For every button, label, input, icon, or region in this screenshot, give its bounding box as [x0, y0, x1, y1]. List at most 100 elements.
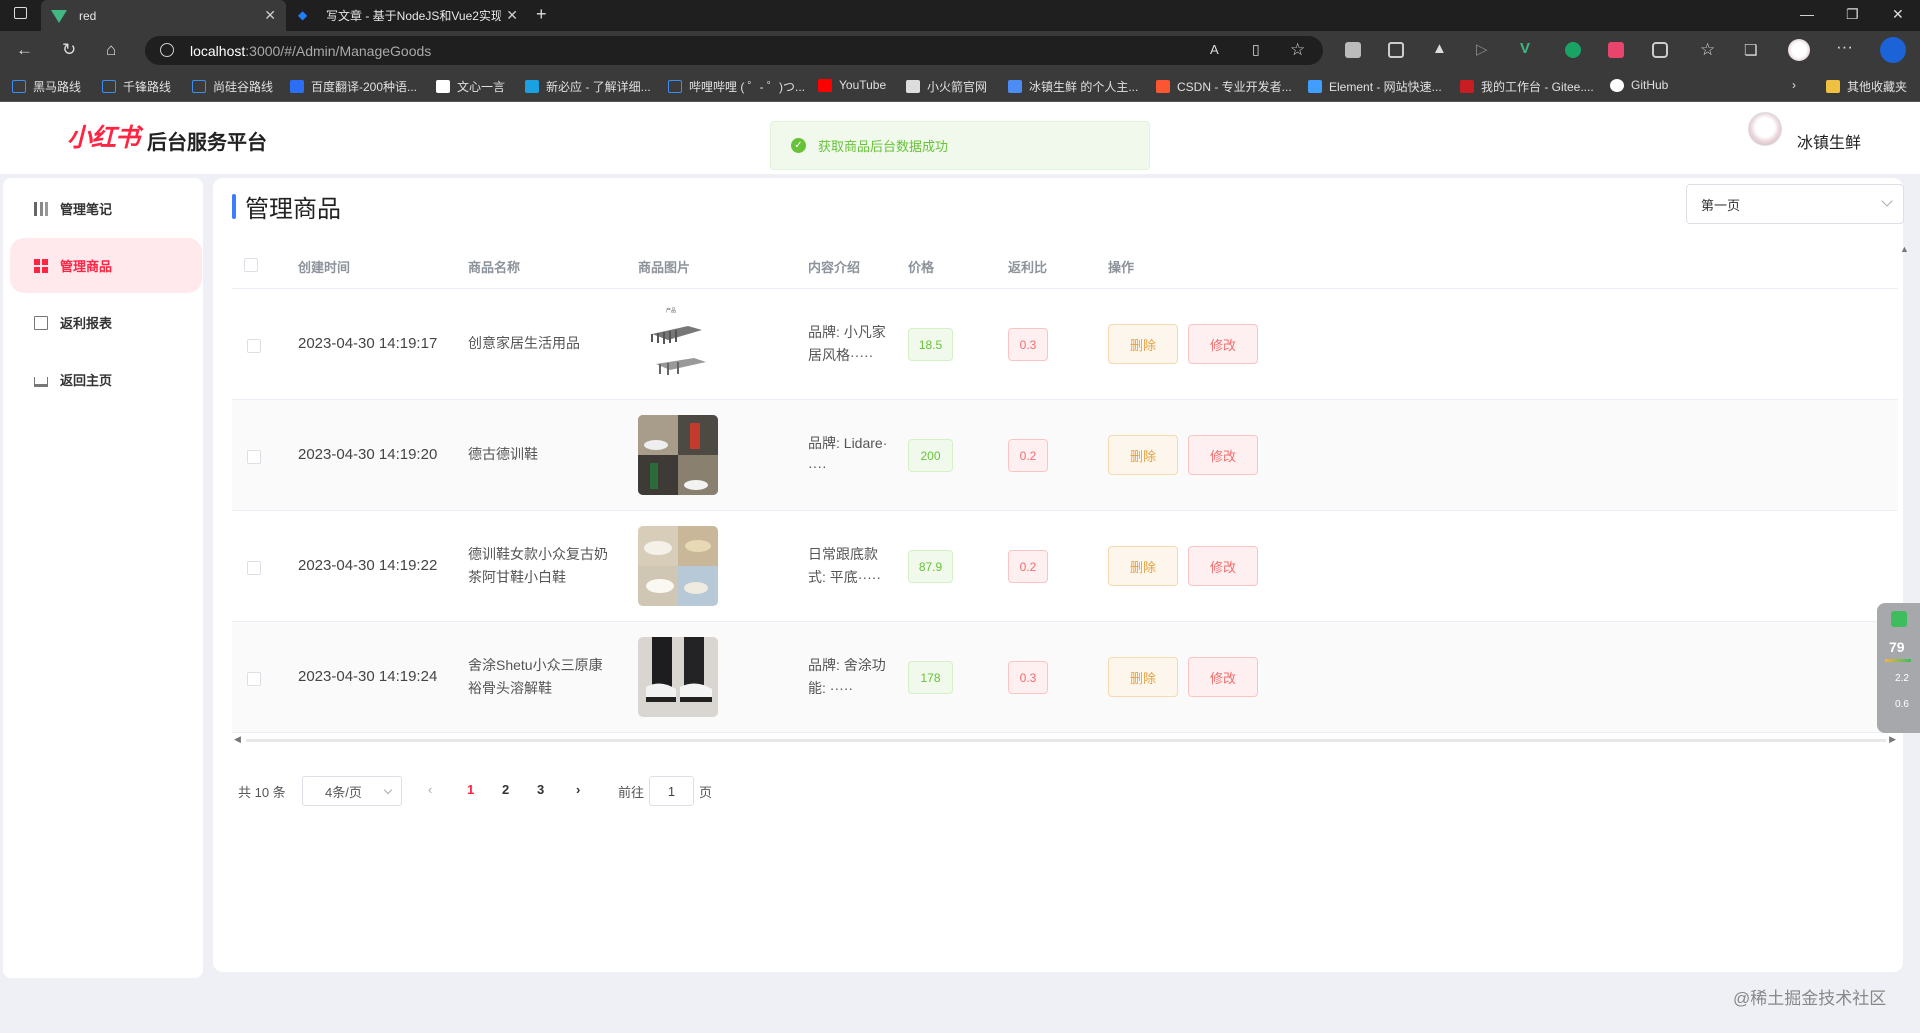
bookmarks-overflow-icon[interactable]: ›	[1792, 78, 1796, 92]
check-icon: ✓	[791, 138, 806, 153]
juejin-icon: ◆	[298, 7, 308, 22]
sidebar-item-notes[interactable]: 管理笔记	[10, 181, 202, 236]
network-monitor-widget[interactable]: 79 2.2 0.6	[1877, 603, 1920, 733]
scroll-left-icon[interactable]: ◀	[234, 734, 241, 745]
extension-icon[interactable]: ▷	[1476, 40, 1492, 58]
page-select[interactable]: 第一页	[1686, 184, 1904, 224]
edit-button[interactable]: 修改	[1188, 546, 1258, 586]
tab-write-article[interactable]: ◆ 写文章 - 基于NodeJS和Vue2实现 ✕	[288, 0, 528, 31]
read-aloud-icon[interactable]: A	[1210, 42, 1219, 57]
more-menu-icon[interactable]: ···	[1836, 37, 1853, 57]
edit-button[interactable]: 修改	[1188, 657, 1258, 697]
page-2[interactable]: 2	[502, 782, 509, 797]
product-image	[638, 415, 718, 495]
bookmark-item[interactable]: 百度翻译-200种语...	[290, 78, 417, 95]
rebate-tag: 0.2	[1008, 550, 1048, 583]
bookmark-item[interactable]: 黑马路线	[12, 78, 81, 95]
scroll-track[interactable]	[246, 739, 1886, 742]
bookmark-item[interactable]: 我的工作台 - Gitee....	[1460, 78, 1594, 95]
minimize-icon[interactable]: —	[1800, 6, 1814, 22]
bookmark-item[interactable]: 冰镇生鲜 的个人主...	[1008, 78, 1138, 95]
row-checkbox[interactable]	[247, 450, 261, 464]
back-icon[interactable]: ←	[16, 40, 33, 60]
collections-icon[interactable]: ❏	[1744, 41, 1757, 59]
bookmark-item[interactable]: 新必应 - 了解详细...	[525, 78, 651, 95]
favorite-star-icon[interactable]: ☆	[1290, 40, 1305, 60]
pagination-total: 共 10 条	[238, 785, 286, 800]
favorites-icon[interactable]: ☆	[1700, 40, 1715, 60]
delete-button[interactable]: 删除	[1108, 657, 1178, 697]
bookmark-item[interactable]: 千锋路线	[102, 78, 171, 95]
page-1[interactable]: 1	[467, 782, 474, 797]
horizontal-scrollbar[interactable]: ◀ ▶	[232, 732, 1898, 748]
extensions-puzzle-icon[interactable]	[1652, 42, 1668, 58]
column-header: 内容介绍	[808, 260, 861, 275]
profile-avatar-icon[interactable]	[1788, 39, 1810, 61]
logo[interactable]: 小红书	[67, 118, 140, 154]
split-screen-icon[interactable]: ▯	[1252, 41, 1260, 58]
vue-icon	[51, 8, 67, 24]
product-intro: 式: 平底·····	[808, 569, 882, 585]
home-icon[interactable]: ⌂	[106, 40, 116, 60]
extension-icon[interactable]: ▲	[1432, 40, 1448, 57]
extension-icon[interactable]	[1565, 42, 1581, 58]
url-input[interactable]: localhost:3000/#/Admin/ManageGoods	[145, 36, 1323, 65]
close-tab-icon[interactable]: ✕	[506, 7, 518, 24]
sidebar-item-report[interactable]: 返利报表	[10, 295, 202, 350]
refresh-icon[interactable]: ↻	[62, 40, 76, 60]
report-icon	[34, 315, 48, 330]
bing-copilot-icon[interactable]	[1880, 37, 1906, 63]
new-tab-icon[interactable]: +	[536, 4, 547, 25]
delete-button[interactable]: 删除	[1108, 435, 1178, 475]
bookmark-item[interactable]: CSDN - 专业开发者...	[1156, 78, 1292, 95]
tab-actions-icon[interactable]	[14, 7, 27, 19]
bookmark-item[interactable]: 尚硅谷路线	[192, 78, 273, 95]
created-time: 2023-04-30 14:19:22	[298, 557, 438, 574]
site-info-icon[interactable]	[160, 43, 174, 57]
bookmark-item[interactable]: 哔哩哔哩 ( ゜- ゜)つ...	[668, 78, 805, 95]
product-name: 德古德训鞋	[468, 446, 538, 462]
product-intro: ····	[808, 458, 827, 474]
csdn-icon	[1156, 80, 1170, 93]
next-page-icon[interactable]: ›	[576, 782, 580, 797]
row-checkbox[interactable]	[247, 672, 261, 686]
bookmark-item[interactable]: 文心一言	[436, 78, 505, 95]
user-name[interactable]: 冰镇生鲜	[1797, 129, 1861, 153]
close-tab-icon[interactable]: ✕	[264, 7, 276, 24]
sidebar-item-home[interactable]: 返回主页	[10, 352, 202, 407]
bookmark-item[interactable]: 小火箭官网	[906, 78, 987, 95]
delete-button[interactable]: 删除	[1108, 324, 1178, 364]
bookmark-folder-other[interactable]: 其他收藏夹	[1826, 78, 1907, 95]
edit-button[interactable]: 修改	[1188, 435, 1258, 475]
page-size-select[interactable]: 4条/页	[302, 776, 402, 806]
restore-icon[interactable]: ❐	[1846, 6, 1859, 23]
close-window-icon[interactable]: ✕	[1892, 6, 1904, 23]
vue-devtools-icon[interactable]: V	[1520, 40, 1536, 57]
select-all-checkbox[interactable]	[244, 258, 258, 272]
bookmark-item[interactable]: YouTube	[818, 78, 886, 92]
extension-icon[interactable]	[1608, 42, 1624, 58]
extension-icon[interactable]	[1345, 42, 1361, 58]
scroll-right-icon[interactable]: ▶	[1889, 734, 1896, 745]
row-checkbox[interactable]	[247, 561, 261, 575]
prev-page-icon[interactable]: ‹	[428, 782, 432, 797]
extension-icon[interactable]	[1388, 42, 1404, 58]
bookmark-item[interactable]: GitHub	[1610, 78, 1668, 92]
bookmark-item[interactable]: Element - 网站快速...	[1308, 78, 1442, 95]
goto-label: 前往	[618, 785, 645, 800]
table-row: 2023-04-30 14:19:17 创意家居生活用品 产品 品牌: 小凡家 …	[232, 289, 1898, 400]
sidebar-item-goods[interactable]: 管理商品	[10, 238, 202, 293]
edit-button[interactable]: 修改	[1188, 324, 1258, 364]
column-header: 商品名称	[468, 260, 521, 275]
row-checkbox[interactable]	[247, 339, 261, 353]
goto-page-input[interactable]: 1	[649, 776, 694, 806]
page-3[interactable]: 3	[537, 782, 544, 797]
product-name: 德训鞋女款小众复古奶	[468, 546, 608, 562]
address-toolbar: ← ↻ ⌂ localhost:3000/#/Admin/ManageGoods…	[0, 31, 1920, 70]
product-image: 产品	[638, 304, 718, 384]
delete-button[interactable]: 删除	[1108, 546, 1178, 586]
tab-red[interactable]: red ✕	[41, 0, 286, 31]
created-time: 2023-04-30 14:19:20	[298, 446, 438, 463]
avatar[interactable]	[1748, 112, 1782, 146]
scroll-up-icon[interactable]: ▲	[1900, 244, 1909, 254]
